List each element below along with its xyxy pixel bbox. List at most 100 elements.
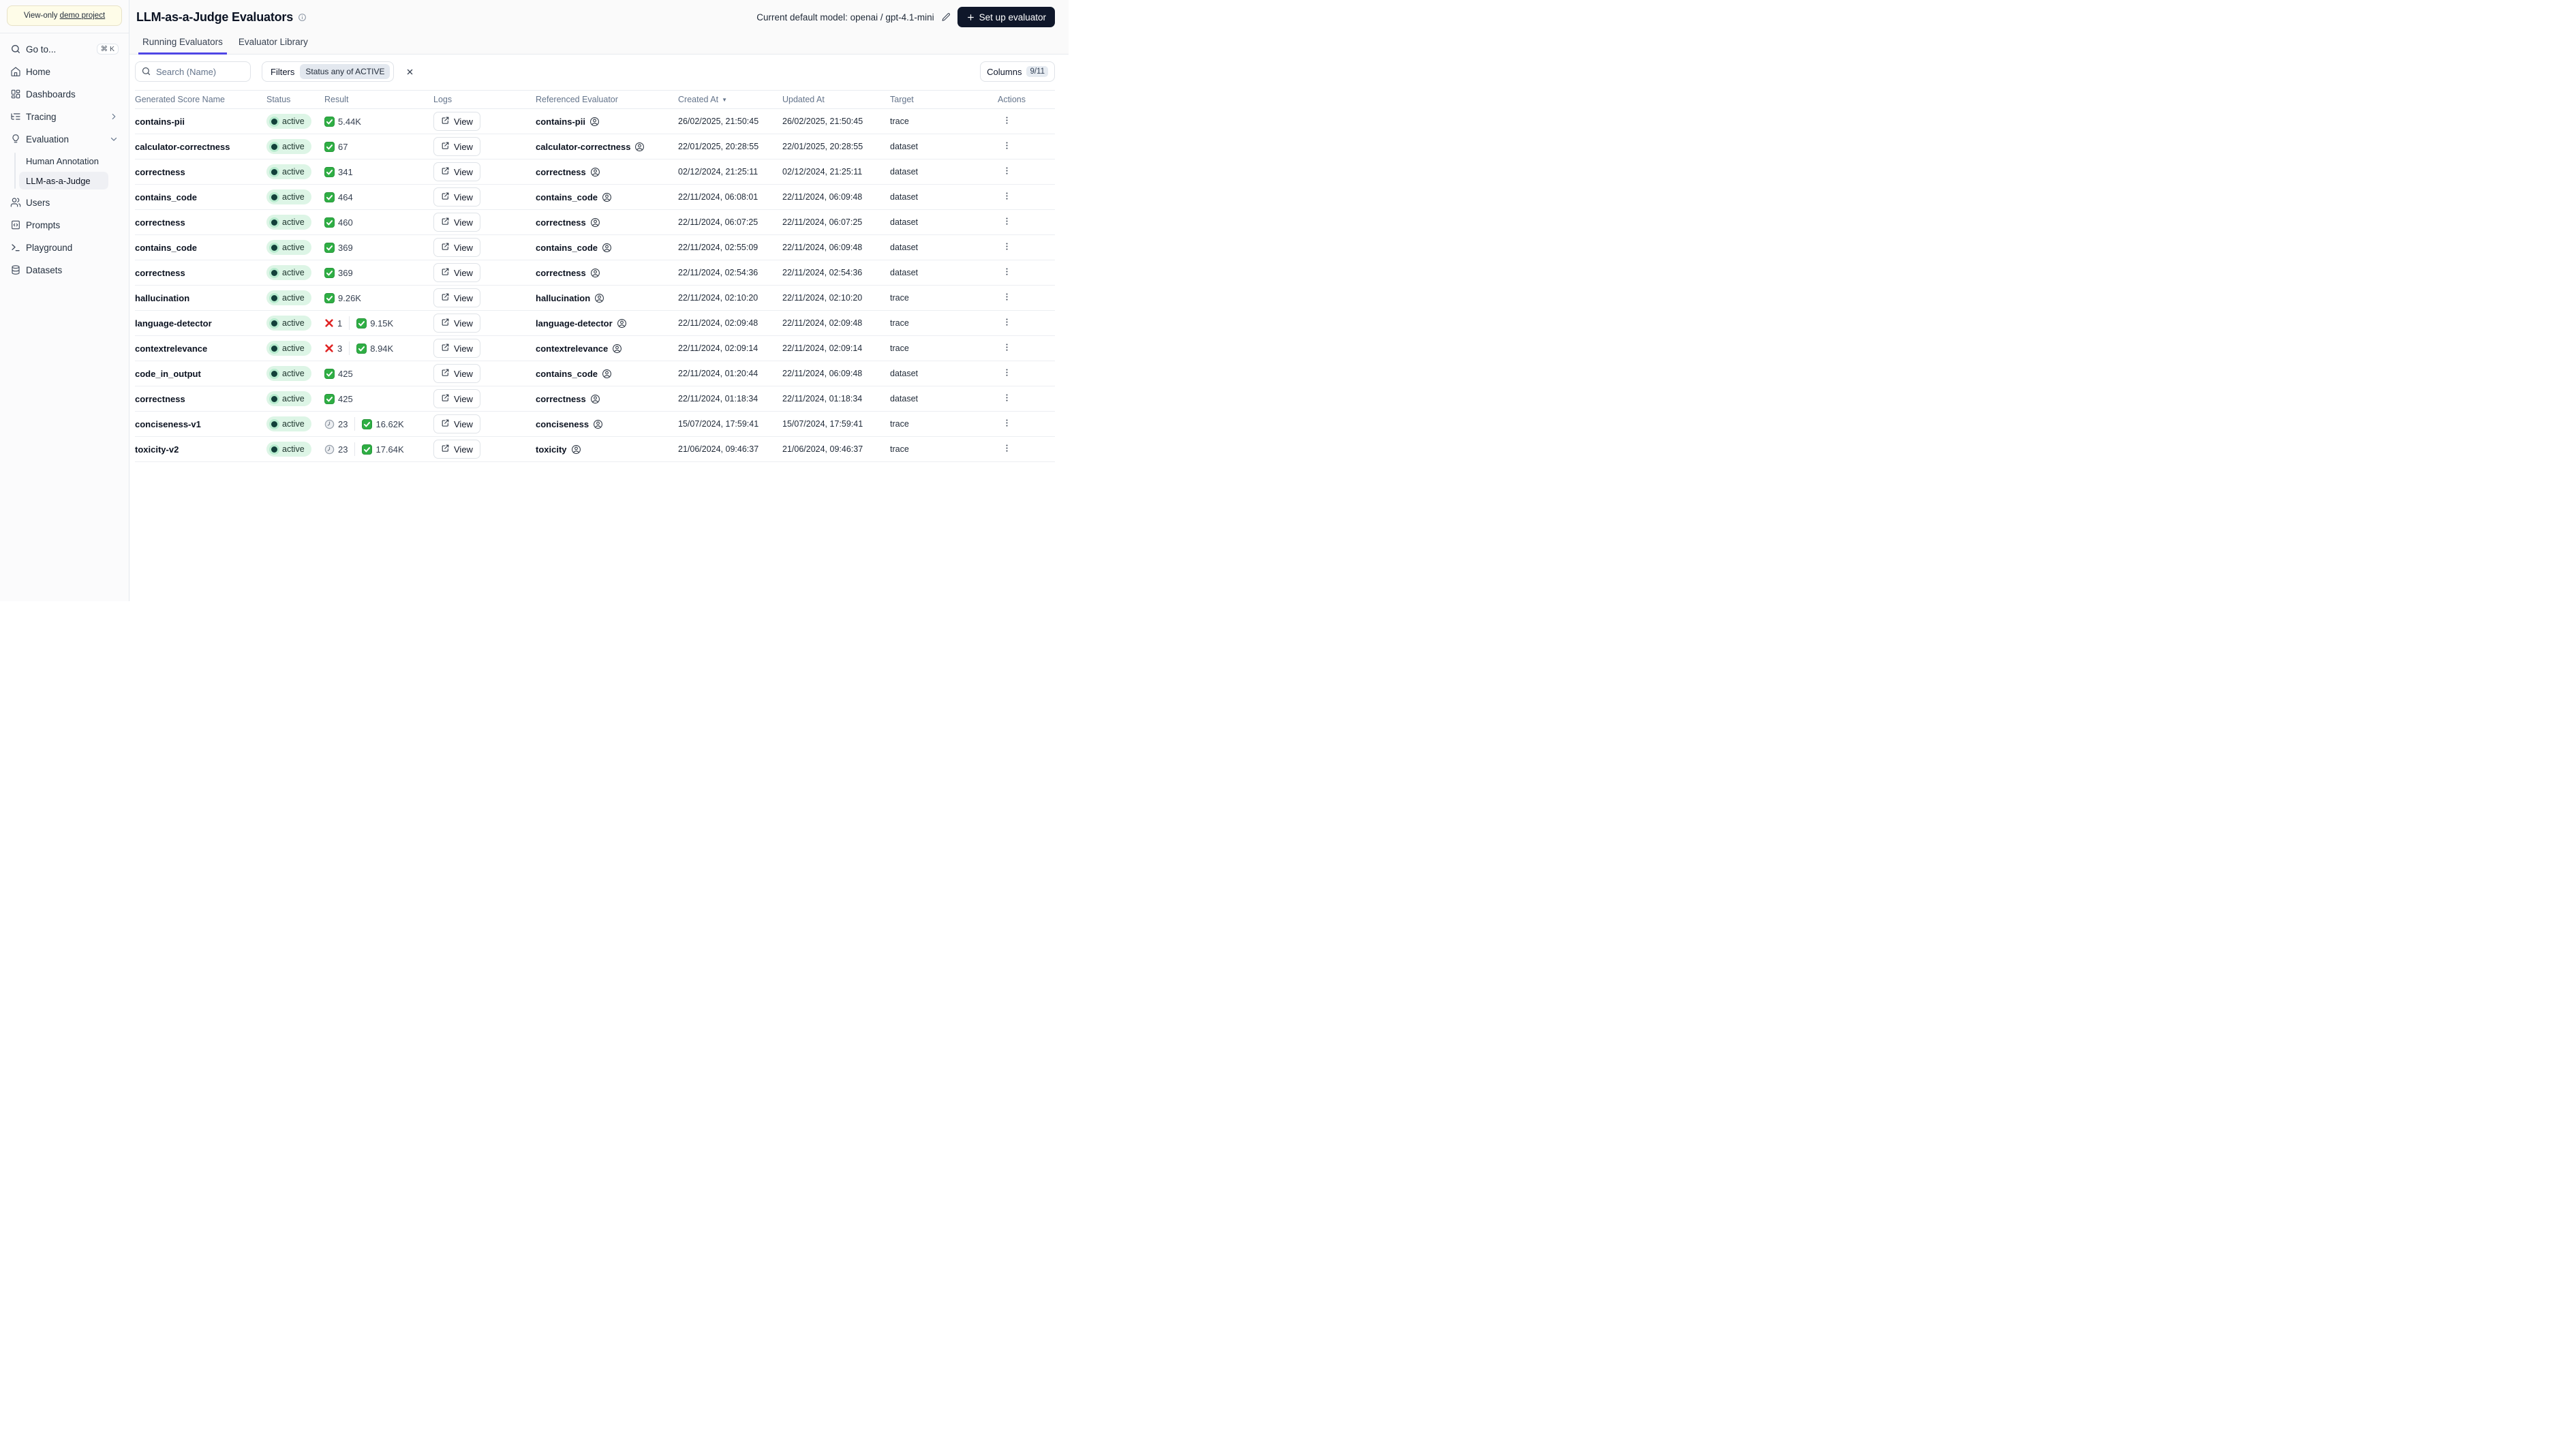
table-row[interactable]: contains_code active 369 View contains_code 2… [135, 235, 1055, 260]
table-row[interactable]: calculator-correctness active 67 View calcul… [135, 134, 1055, 159]
view-logs-button[interactable]: View [433, 288, 480, 307]
view-logs-button[interactable]: View [433, 339, 480, 358]
generated-score-name: code_in_output [135, 368, 201, 379]
view-logs-button[interactable]: View [433, 414, 480, 433]
info-icon[interactable] [298, 13, 307, 22]
external-link-icon [441, 192, 450, 202]
view-logs-button[interactable]: View [433, 162, 480, 181]
table-row[interactable]: correctness active 341 View correctness 02/12… [135, 159, 1055, 185]
table-row[interactable]: toxicity-v2 active 23 17.64K View toxicity 21/… [135, 437, 1055, 462]
column-header-logs[interactable]: Logs [433, 95, 536, 104]
sidebar-header: View-only demo project [0, 0, 129, 33]
table-row[interactable]: correctness active 425 View correctness 22/11… [135, 386, 1055, 412]
sidebar-item-users[interactable]: Users [7, 193, 122, 212]
row-actions-button[interactable] [998, 189, 1016, 204]
row-actions-button[interactable] [998, 416, 1016, 431]
table-row[interactable]: contains_code active 464 View contains_code 2… [135, 185, 1055, 210]
demo-project-link[interactable]: demo project [60, 12, 105, 20]
error-icon [324, 318, 334, 328]
sidebar-item-goto[interactable]: Go to... ⌘ K [7, 40, 122, 59]
referenced-evaluator-cell: toxicity [536, 444, 678, 455]
status-dot [271, 168, 277, 175]
sidebar-item-playground[interactable]: Playground [7, 238, 122, 257]
sidebar-item-prompts[interactable]: Prompts [7, 215, 122, 234]
row-actions-button[interactable] [998, 265, 1016, 280]
row-actions-button[interactable] [998, 215, 1016, 230]
row-actions-button[interactable] [998, 442, 1016, 457]
result-check-group: 8.94K [356, 343, 393, 354]
sidebar-item-datasets[interactable]: Datasets [7, 260, 122, 279]
status-label: active [282, 192, 305, 202]
column-header-referenced-evaluator[interactable]: Referenced Evaluator [536, 95, 678, 104]
row-actions-button[interactable] [998, 114, 1016, 129]
view-logs-button[interactable]: View [433, 389, 480, 408]
actions-cell [998, 366, 1055, 381]
column-header-target[interactable]: Target [890, 95, 998, 104]
view-logs-button[interactable]: View [433, 213, 480, 232]
view-logs-button[interactable]: View [433, 187, 480, 207]
actions-cell [998, 391, 1055, 406]
row-actions-button[interactable] [998, 240, 1016, 255]
sidebar-item-evaluation[interactable]: Evaluation [7, 129, 122, 149]
result-check-group: 9.26K [324, 292, 361, 303]
row-actions-button[interactable] [998, 341, 1016, 356]
row-actions-button[interactable] [998, 391, 1016, 406]
tree-line [14, 153, 16, 189]
column-header-result[interactable]: Result [324, 95, 433, 104]
result-check-group: 67 [324, 141, 348, 152]
view-logs-button[interactable]: View [433, 263, 480, 282]
filters-button[interactable]: Filters Status any of ACTIVE [262, 61, 395, 82]
evaluators-table: Generated Score Name Status Result Logs Refe… [135, 90, 1055, 462]
column-header-label: Updated At [782, 95, 825, 104]
row-actions-button[interactable] [998, 366, 1016, 381]
sidebar-item-llm-as-a-judge[interactable]: LLM-as-a-Judge [19, 172, 108, 189]
row-actions-button[interactable] [998, 316, 1016, 331]
clear-filters-button[interactable] [402, 64, 418, 80]
sidebar-item-label: Dashboards [26, 89, 76, 100]
row-actions-button[interactable] [998, 139, 1016, 154]
column-header-created-at[interactable]: Created At ▼ [678, 95, 782, 104]
table-row[interactable]: code_in_output active 425 View contains_code… [135, 361, 1055, 386]
sidebar-item-human-annotation[interactable]: Human Annotation [19, 152, 108, 170]
status-dot [271, 244, 277, 251]
status-badge: active [266, 391, 311, 406]
table-row[interactable]: correctness active 460 View correctness 22/11… [135, 210, 1055, 235]
view-logs-button[interactable]: View [433, 137, 480, 156]
row-actions-button[interactable] [998, 290, 1016, 305]
row-actions-button[interactable] [998, 164, 1016, 179]
tab-evaluator-library[interactable]: Evaluator Library [234, 37, 312, 54]
view-label: View [454, 343, 473, 354]
column-header-status[interactable]: Status [266, 95, 324, 104]
edit-default-model-button[interactable] [941, 12, 951, 22]
table-row[interactable]: correctness active 369 View correctness 22/11… [135, 260, 1055, 286]
table-row[interactable]: contains-pii active 5.44K View contains-pii 2… [135, 109, 1055, 134]
view-logs-button[interactable]: View [433, 364, 480, 383]
columns-button[interactable]: Columns 9/11 [980, 61, 1055, 82]
referenced-evaluator-cell: correctness [536, 268, 678, 278]
search-input[interactable] [135, 61, 251, 82]
table-row[interactable]: language-detector active 1 9.15K View languag… [135, 311, 1055, 336]
column-header-generated-score-name[interactable]: Generated Score Name [135, 95, 266, 104]
view-logs-button[interactable]: View [433, 238, 480, 257]
view-logs-button[interactable]: View [433, 112, 480, 131]
table-row[interactable]: conciseness-v1 active 23 16.62K View concisen… [135, 412, 1055, 437]
view-logs-button[interactable]: View [433, 440, 480, 459]
table-row[interactable]: contextrelevance active 3 8.94K View contextr… [135, 336, 1055, 361]
logs-cell: View [433, 137, 536, 156]
result-count: 464 [338, 192, 353, 202]
sidebar-item-dashboards[interactable]: Dashboards [7, 85, 122, 104]
external-link-icon [441, 393, 450, 404]
table-row[interactable]: hallucination active 9.26K View hallucinatio… [135, 286, 1055, 311]
sidebar-item-tracing[interactable]: Tracing [7, 107, 122, 126]
setup-evaluator-button[interactable]: Set up evaluator [957, 7, 1055, 27]
sidebar-item-home[interactable]: Home [7, 62, 122, 81]
column-header-updated-at[interactable]: Updated At [782, 95, 890, 104]
status-dot [271, 421, 277, 427]
tab-running-evaluators[interactable]: Running Evaluators [138, 37, 227, 55]
column-header-actions[interactable]: Actions [998, 95, 1055, 104]
target: dataset [890, 394, 919, 403]
view-logs-button[interactable]: View [433, 314, 480, 333]
result-count: 67 [338, 141, 348, 152]
actions-cell [998, 416, 1055, 431]
check-icon [362, 444, 373, 455]
